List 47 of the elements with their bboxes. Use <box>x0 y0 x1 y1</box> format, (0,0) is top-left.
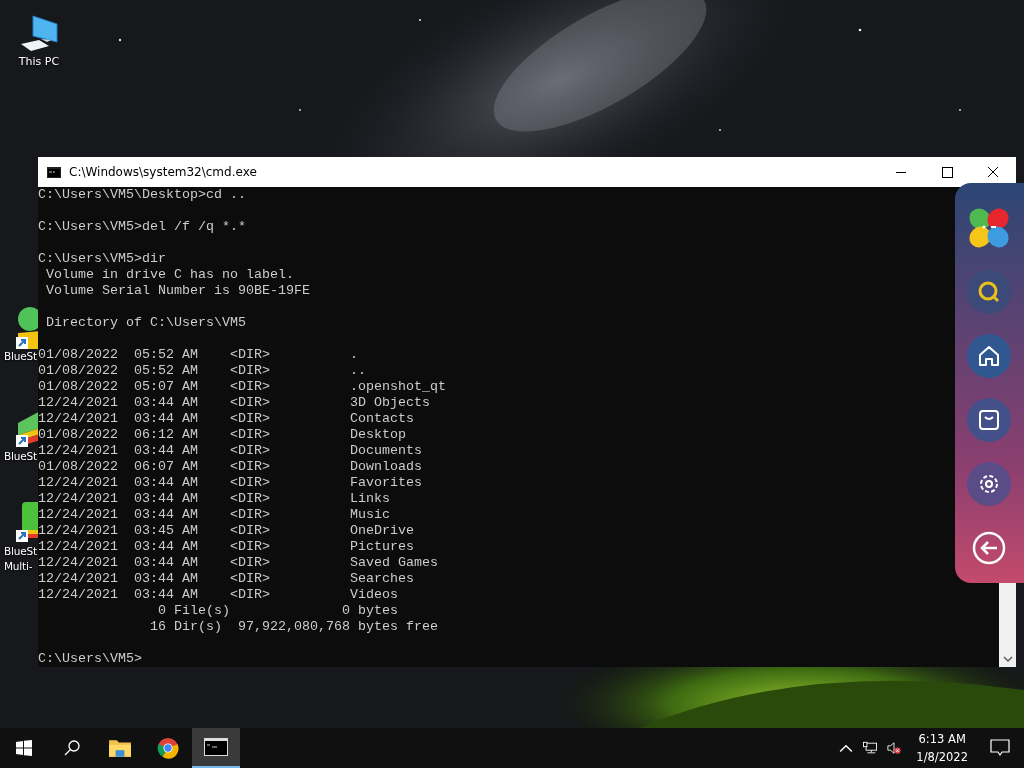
console-icon <box>47 166 61 178</box>
search-icon <box>64 740 80 756</box>
console-line: 12/24/2021 03:44 AM <DIR> Contacts <box>38 411 415 427</box>
console-line: 01/08/2022 05:52 AM <DIR> .. <box>38 363 367 379</box>
taskbar-button[interactable] <box>192 728 240 768</box>
search-icon[interactable] <box>965 268 1013 316</box>
icon-label: BlueSt <box>4 449 37 464</box>
clock-time[interactable]: 6:13 AM <box>918 730 966 748</box>
console-line: 12/24/2021 03:44 AM <DIR> Documents <box>38 443 423 459</box>
console-line: 01/08/2022 05:07 AM <DIR> .openshot_qt <box>38 379 447 395</box>
console-line: Directory of C:\Users\VM5 <box>45 315 247 331</box>
console-line: C:\Users\VM5\Desktop>cd .. <box>38 187 247 203</box>
speaker-icon[interactable] <box>887 741 902 755</box>
settings-icon[interactable] <box>965 460 1013 508</box>
console-line: Volume in drive C has no label. <box>45 267 295 283</box>
console-line: Volume Serial Number is 90BE-19FE <box>45 283 311 299</box>
windows-logo-icon <box>16 740 32 756</box>
console-icon <box>204 736 228 758</box>
console-line: 12/24/2021 03:44 AM <DIR> Searches <box>38 571 415 587</box>
console-line: 01/08/2022 05:52 AM <DIR> . <box>38 347 359 363</box>
icon-label: BlueSt <box>4 349 37 364</box>
notifications-icon[interactable] <box>990 739 1010 757</box>
console-line: 12/24/2021 03:44 AM <DIR> Links <box>38 491 391 507</box>
console-line: C:\Users\VM5>dir <box>38 251 167 267</box>
console-line: 0 File(s) 0 bytes <box>156 603 399 619</box>
console-line: C:\Users\VM5> <box>38 651 143 667</box>
console-line: 12/24/2021 03:44 AM <DIR> 3D Objects <box>38 395 431 411</box>
console-line: 12/24/2021 03:44 AM <DIR> Videos <box>38 587 399 603</box>
folder-icon <box>108 737 132 759</box>
icon-label: This PC <box>18 54 60 69</box>
clock-date[interactable]: 1/8/2022 <box>916 748 968 766</box>
console-line: 12/24/2021 03:44 AM <DIR> Music <box>38 507 391 523</box>
console-line: 01/08/2022 06:07 AM <DIR> Downloads <box>38 459 423 475</box>
home-icon[interactable] <box>965 332 1013 380</box>
console-line: 01/08/2022 06:12 AM <DIR> Desktop <box>38 427 407 443</box>
console-line: C:\Users\VM5>del /f /q *.* <box>38 219 247 235</box>
console-line: 12/24/2021 03:45 AM <DIR> OneDrive <box>38 523 415 539</box>
window-title: C:\Windows\system32\cmd.exe <box>69 165 258 179</box>
bag-icon[interactable] <box>965 396 1013 444</box>
console-line: 12/24/2021 03:44 AM <DIR> Favorites <box>38 475 423 491</box>
scroll-down-icon[interactable] <box>1002 656 1013 662</box>
console-line: 12/24/2021 03:44 AM <DIR> Pictures <box>38 539 415 555</box>
console-line: 16 Dir(s) 97,922,080,768 bytes free <box>148 619 439 635</box>
console-line: 12/24/2021 03:44 AM <DIR> Saved Games <box>38 555 439 571</box>
browser-icon <box>156 737 180 759</box>
network-icon[interactable] <box>863 741 878 755</box>
icon-label: BlueSt Multi- <box>4 544 37 574</box>
